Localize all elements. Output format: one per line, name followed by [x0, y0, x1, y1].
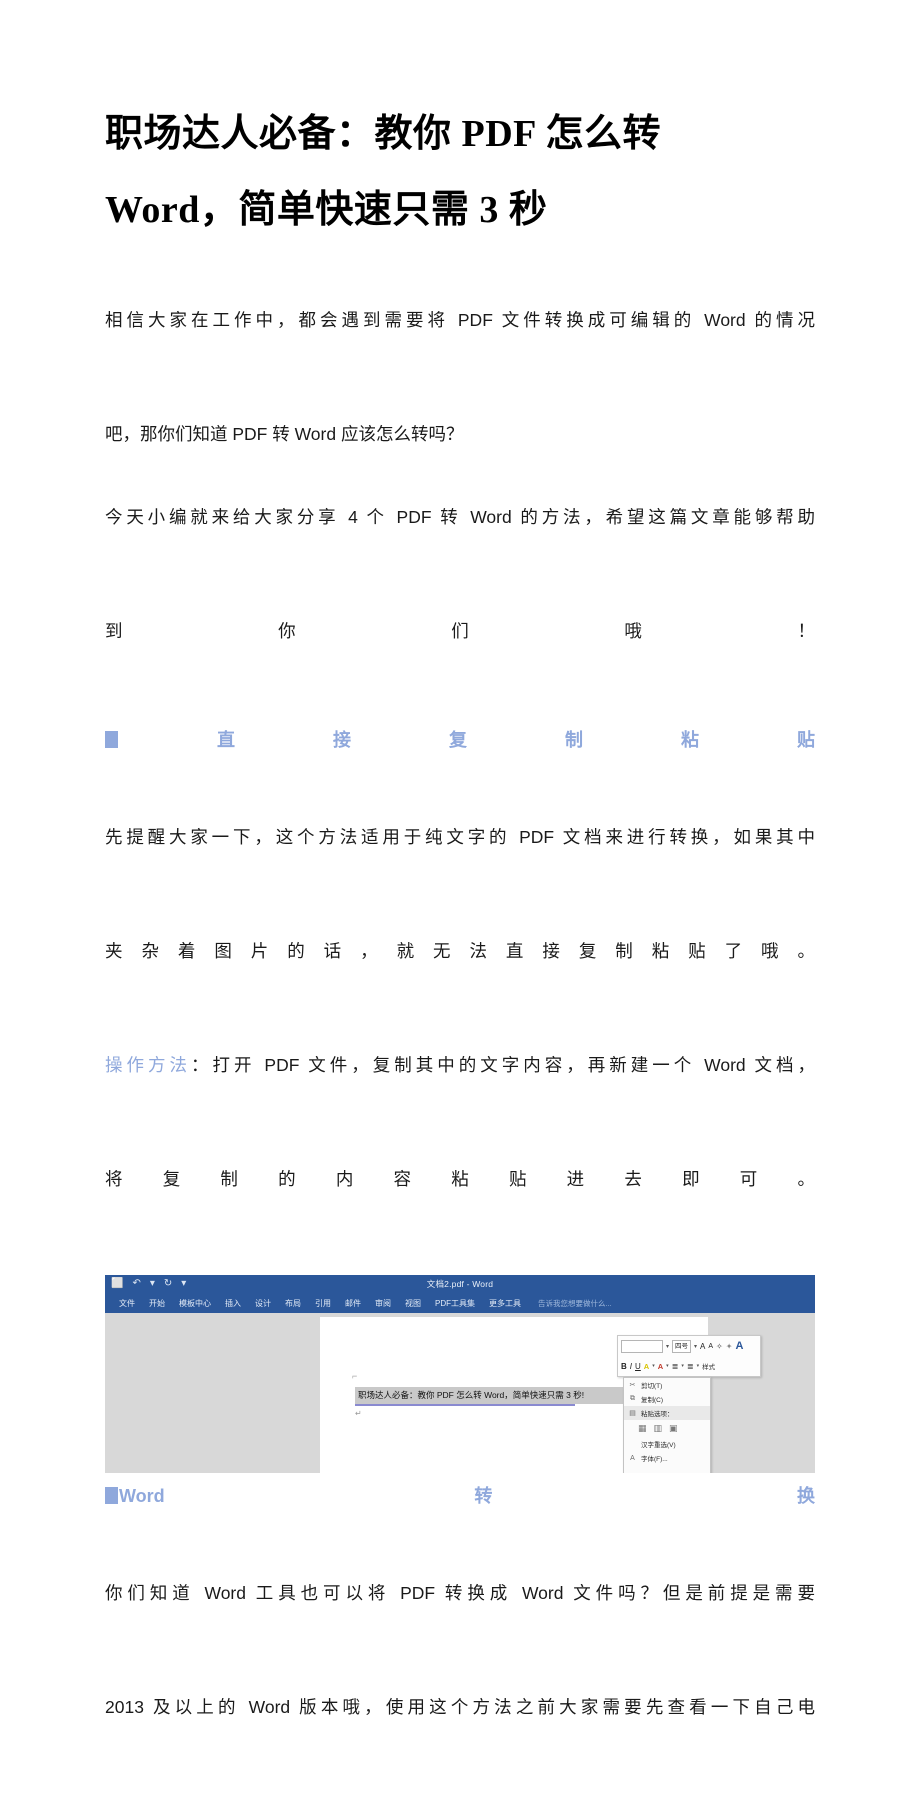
shrink-font-icon[interactable]: A: [708, 1343, 713, 1350]
paragraph-mark-icon: ↵: [355, 1409, 362, 1418]
paragraph-reminder-line-1: 先提醒大家一下，这个方法适用于纯文字的 PDF 文档来进行转换，如果其中: [105, 827, 815, 847]
highlight-dropdown-icon[interactable]: ▾: [652, 1363, 655, 1369]
font-color-icon[interactable]: A: [658, 1362, 663, 1371]
method-label: 操作方法: [105, 1055, 192, 1075]
ribbon-tab-more-tools[interactable]: 更多工具: [482, 1298, 528, 1309]
heading-copy-paste: 直接复制粘贴: [105, 717, 815, 809]
ribbon-tab-pdf-tools[interactable]: PDF工具集: [428, 1298, 482, 1309]
word-title-bar: ⬜ ↶ ▾ ↻ ▾ 文档2.pdf - Word: [105, 1275, 815, 1293]
paragraph-word-tool: 你们知道 Word 工具也可以将 PDF 转换成 Word 文件吗？但是前提是需…: [105, 1565, 815, 1793]
context-menu-item-copy[interactable]: ⧉ 复制(C): [624, 1392, 710, 1406]
heading-word-convert: Word 转换: [105, 1473, 815, 1565]
heading-copy-paste-label: 直接复制粘贴: [119, 730, 815, 750]
page-title: 职场达人必备：教你 PDF 怎么转 Word，简单快速只需 3 秒: [105, 0, 815, 248]
ribbon-tab-design[interactable]: 设计: [248, 1298, 278, 1309]
numbering-dropdown-icon[interactable]: ▾: [697, 1363, 700, 1369]
heading-word-convert-label: Word 转换: [119, 1486, 815, 1506]
selection-start-marker: ⌐: [352, 1371, 358, 1381]
tell-me-search-input[interactable]: 告诉我您想要做什么...: [528, 1298, 612, 1309]
article-content: 职场达人必备：教你 PDF 怎么转 Word，简单快速只需 3 秒 相信大家在工…: [105, 0, 815, 1793]
copy-icon: ⧉: [630, 1395, 635, 1402]
word-document-text: 职场达人必备：教你 PDF 怎么转 Word，简单快速只需 3 秒!: [358, 1390, 585, 1400]
paste-keep-source-icon[interactable]: ▦: [638, 1423, 647, 1434]
title-line-2: Word，简单快速只需 3 秒: [105, 189, 548, 231]
scissors-icon: ✂: [629, 1382, 636, 1389]
clear-format-icon[interactable]: ✦: [726, 1342, 733, 1351]
paste-merge-format-icon[interactable]: ▥: [654, 1423, 663, 1434]
paste-options-row[interactable]: ▦ ▥ ▣: [624, 1420, 710, 1437]
ribbon-tab-template-center[interactable]: 模板中心: [172, 1298, 218, 1309]
document-page: 职场达人必备：教你 PDF 怎么转 Word，简单快速只需 3 秒 相信大家在工…: [0, 0, 920, 1717]
context-menu-item-cut-label: 剪切(T): [641, 1383, 663, 1390]
context-menu-item-paste-options-label: 粘贴选项：: [641, 1411, 674, 1418]
context-menu-item-cut[interactable]: ✂ 剪切(T): [624, 1378, 710, 1392]
bullets-dropdown-icon[interactable]: ▾: [681, 1363, 684, 1369]
font-name-input[interactable]: [621, 1339, 663, 1353]
mini-toolbar-row-2[interactable]: B I U A ▾ A ▾ ≣ ▾ ≣ ▾ 样式: [618, 1356, 760, 1376]
ribbon-tab-view[interactable]: 视图: [398, 1298, 428, 1309]
ribbon-tab-file[interactable]: 文件: [112, 1298, 142, 1309]
font-color-dropdown-icon[interactable]: ▾: [666, 1363, 669, 1369]
numbering-icon[interactable]: ≣: [687, 1362, 694, 1371]
square-bullet-icon: [105, 1487, 118, 1504]
paste-icon: ▤: [629, 1410, 636, 1417]
paste-text-only-icon[interactable]: ▣: [669, 1423, 678, 1434]
square-bullet-icon: [105, 731, 118, 748]
paragraph-method-line-2: 将复制的内容粘贴进去即可。: [105, 1169, 815, 1189]
context-menu-item-font[interactable]: A 字体(F)...: [624, 1451, 710, 1465]
ribbon-tab-references[interactable]: 引用: [308, 1298, 338, 1309]
context-menu-item-reselect-label: 汉字重选(V): [641, 1442, 676, 1449]
italic-icon[interactable]: I: [630, 1362, 632, 1371]
bullets-icon[interactable]: ≣: [672, 1362, 679, 1371]
mini-formatting-toolbar[interactable]: ▾ 四号 ▾ A A ✧ ✦ A B I U A ▾ A ▾ ≣ ▾ ≣ ▾ 样…: [617, 1335, 761, 1377]
text-effects-icon[interactable]: ✧: [716, 1342, 723, 1351]
word-screenshot-image: ⬜ ↶ ▾ ↻ ▾ 文档2.pdf - Word 文件 开始 模板中心 插入 设…: [105, 1275, 815, 1473]
paragraph-word-tool-line-1: 你们知道 Word 工具也可以将 PDF 转换成 Word 文件吗？但是前提是需…: [105, 1583, 815, 1603]
paragraph-share: 今天小编就来给大家分享 4 个 PDF 转 Word 的方法，希望这篇文章能够帮…: [105, 489, 815, 717]
word-ribbon-tabs[interactable]: 文件 开始 模板中心 插入 设计 布局 引用 邮件 审阅 视图 PDF工具集 更…: [105, 1293, 815, 1313]
word-document-title: 文档2.pdf - Word: [426, 1279, 494, 1289]
ribbon-tab-mailings[interactable]: 邮件: [338, 1298, 368, 1309]
underline-icon[interactable]: U: [635, 1362, 641, 1371]
font-icon: A: [630, 1454, 635, 1462]
highlight-color-icon[interactable]: A: [644, 1362, 649, 1371]
grow-font-icon[interactable]: A: [700, 1342, 705, 1351]
paragraph-reminder: 先提醒大家一下，这个方法适用于纯文字的 PDF 文档来进行转换，如果其中 夹杂着…: [105, 809, 815, 1037]
context-menu-item-reselect[interactable]: 汉字重选(V): [624, 1437, 710, 1451]
method-colon: ：: [191, 1055, 213, 1075]
paragraph-word-tool-line-2: 2013 及以上的 Word 版本哦，使用这个方法之前大家需要先查看一下自己电: [105, 1697, 815, 1717]
font-size-dropdown-icon[interactable]: ▾: [694, 1343, 697, 1350]
ribbon-tab-home[interactable]: 开始: [142, 1298, 172, 1309]
font-size-input[interactable]: 四号: [672, 1339, 692, 1353]
title-line-1: 职场达人必备：教你 PDF 怎么转: [105, 113, 661, 155]
paragraph-method-text: 打开 PDF 文件，复制其中的文字内容，再新建一个 Word 文档，: [212, 1055, 816, 1075]
paragraph-share-line-1: 今天小编就来给大家分享 4 个 PDF 转 Word 的方法，希望这篇文章能够帮…: [105, 507, 815, 527]
word-document-canvas: ⌐ 职场达人必备：教你 PDF 怎么转 Word，简单快速只需 3 秒! ↵ ▾…: [105, 1313, 815, 1473]
paragraph-method-line-1: 操作方法：打开 PDF 文件，复制其中的文字内容，再新建一个 Word 文档，: [105, 1037, 815, 1151]
context-menu-item-copy-label: 复制(C): [641, 1397, 664, 1404]
paragraph-intro-line-2: 吧，那你们知道 PDF 转 Word 应该怎么转吗？: [105, 424, 464, 444]
paragraph-reminder-line-2: 夹杂着图片的话，就无法直接复制粘贴了哦。: [105, 941, 815, 961]
mini-toolbar-row-1[interactable]: ▾ 四号 ▾ A A ✧ ✦ A: [618, 1336, 760, 1356]
format-painter-icon[interactable]: A: [735, 1340, 743, 1352]
context-menu-item-font-label: 字体(F)...: [641, 1456, 668, 1463]
font-name-dropdown-icon[interactable]: ▾: [666, 1343, 669, 1350]
paragraph-method: 操作方法：打开 PDF 文件，复制其中的文字内容，再新建一个 Word 文档， …: [105, 1037, 815, 1265]
text-underline: [355, 1404, 575, 1406]
ribbon-tab-review[interactable]: 审阅: [368, 1298, 398, 1309]
ribbon-tab-insert[interactable]: 插入: [218, 1298, 248, 1309]
paragraph-intro: 相信大家在工作中，都会遇到需要将 PDF 文件转换成可编辑的 Word 的情况 …: [105, 292, 815, 463]
bold-icon[interactable]: B: [621, 1362, 627, 1371]
paragraph-share-line-2: 到你们哦！: [105, 621, 815, 641]
styles-button[interactable]: 样式: [702, 1361, 715, 1371]
context-menu[interactable]: ✂ 剪切(T) ⧉ 复制(C) ▤ 粘贴选项： ▦ ▥ ▣ 汉字重选(V) A …: [623, 1377, 711, 1473]
ribbon-tab-layout[interactable]: 布局: [278, 1298, 308, 1309]
paragraph-intro-line-1: 相信大家在工作中，都会遇到需要将 PDF 文件转换成可编辑的 Word 的情况: [105, 310, 815, 330]
context-menu-item-paste-options[interactable]: ▤ 粘贴选项：: [624, 1406, 710, 1420]
